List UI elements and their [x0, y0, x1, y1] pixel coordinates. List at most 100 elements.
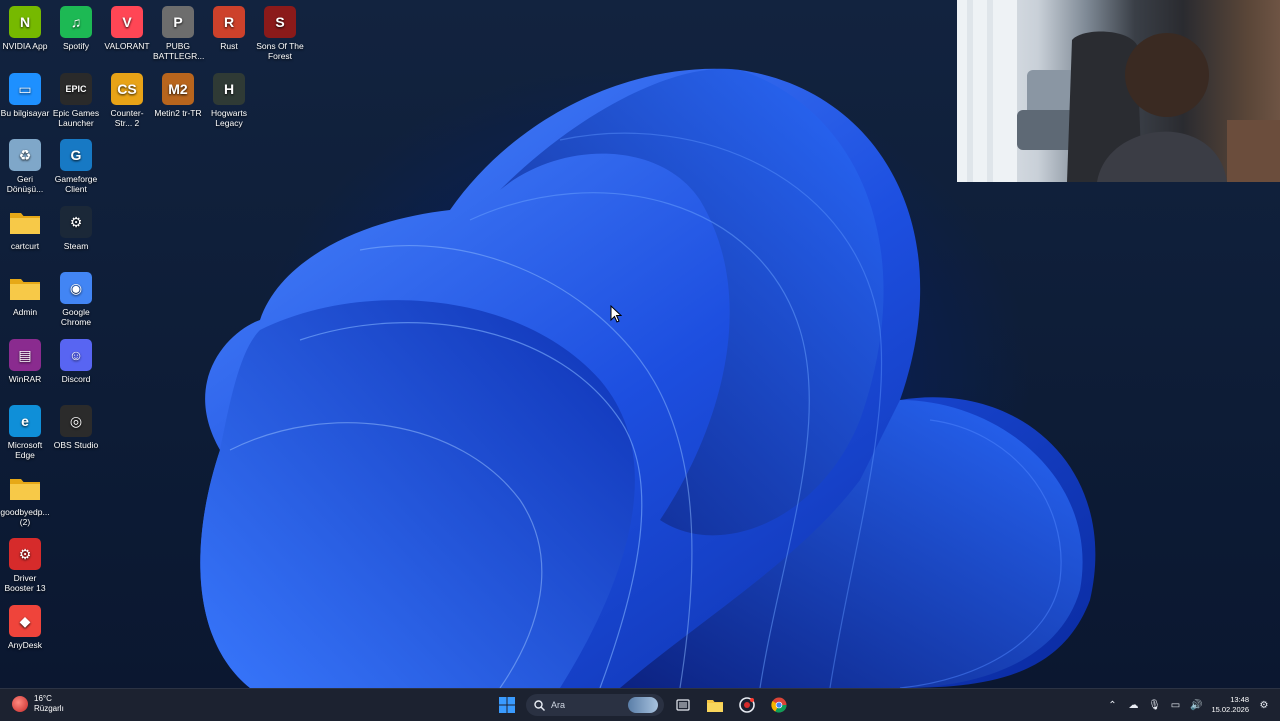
- desktop-icon-anydesk[interactable]: ◆ AnyDesk: [0, 599, 50, 650]
- valorant-icon: V: [111, 6, 143, 38]
- desktop-icon-recycle-bin[interactable]: ♻ Geri Dönüşü...: [0, 133, 50, 194]
- desktop-icon-valorant[interactable]: V VALORANT: [102, 0, 152, 51]
- desktop-icon-label: Steam: [63, 240, 89, 251]
- cloud-sync-icon[interactable]: ☁: [1127, 699, 1139, 711]
- nvidia-app-icon: N: [9, 6, 41, 38]
- desktop-icon-edge[interactable]: e Microsoft Edge: [0, 399, 50, 460]
- icon-glyph: ♻: [18, 147, 32, 163]
- desktop-icon-epic-games[interactable]: EPIC Epic Games Launcher: [51, 67, 101, 128]
- epic-games-icon: EPIC: [60, 72, 92, 105]
- weather-widget[interactable]: 16°C Rüzgarlı: [12, 694, 64, 714]
- start-button[interactable]: [494, 692, 520, 718]
- desktop-icon-label: Google Chrome: [60, 307, 92, 327]
- icon-glyph: CS: [117, 80, 137, 97]
- desktop-icon-nvidia-app[interactable]: N NVIDIA App: [0, 0, 50, 51]
- desktop-icon-label: Epic Games Launcher: [52, 107, 100, 128]
- anydesk-icon: ◆: [9, 604, 41, 637]
- desktop-icon-gameforge[interactable]: G Gameforge Client: [51, 133, 101, 194]
- folder-icon: [9, 272, 41, 304]
- pubg-icon: P: [162, 6, 194, 38]
- search-placeholder: Ara: [551, 700, 566, 710]
- desktop-icon-label: Geri Dönüşü...: [6, 174, 44, 194]
- icon-glyph: ♫: [70, 14, 82, 30]
- desktop-icon-sons-of-the-forest[interactable]: S Sons Of The Forest: [255, 0, 305, 61]
- desktop-icon-obs-studio[interactable]: ◎ OBS Studio: [51, 399, 101, 450]
- desktop-icon-label: VALORANT: [104, 41, 150, 51]
- obs-studio-icon: ◎: [60, 405, 92, 437]
- desktop-icon-folder[interactable]: Admin: [0, 266, 50, 317]
- desktop-icon-label: Sons Of The Forest: [256, 41, 304, 61]
- desktop-icon-metin2[interactable]: M2 Metin2 tr-TR: [153, 67, 203, 118]
- desktop-icon-driver-booster[interactable]: ⚙ Driver Booster 13: [0, 532, 50, 593]
- desktop-icon-label: WinRAR: [8, 373, 42, 384]
- icon-glyph: R: [223, 14, 235, 30]
- spotify-icon: ♫: [60, 6, 92, 38]
- driver-booster-icon: [739, 697, 755, 713]
- taskbar-search[interactable]: Ara: [526, 694, 664, 716]
- edge-icon: e: [9, 405, 41, 437]
- counter-strike-icon: CS: [111, 72, 143, 105]
- desktop-icon-label: Metin2 tr-TR: [154, 107, 202, 118]
- icon-glyph: EPIC: [65, 83, 87, 94]
- weather-description: Rüzgarlı: [34, 704, 64, 713]
- icon-glyph: V: [122, 14, 132, 30]
- microphone-icon[interactable]: 🎙: [1148, 699, 1161, 711]
- taskbar-center: Ara: [494, 692, 792, 718]
- metin2-icon: M2: [162, 72, 194, 105]
- desktop-icon-spotify[interactable]: ♫ Spotify: [51, 0, 101, 51]
- winrar-icon: ▤: [9, 338, 41, 371]
- desktop-icon-label: Spotify: [63, 41, 89, 51]
- driver-booster-taskbar-button[interactable]: [734, 692, 760, 718]
- icon-glyph: ◉: [69, 280, 83, 296]
- icon-glyph: P: [173, 14, 183, 30]
- taskbar: 16°C Rüzgarlı Ara ⌃ ☁ 🎙 ▭ 🔊 13:48 15.02.…: [0, 688, 1280, 721]
- desktop-icon-label: Discord: [61, 373, 91, 384]
- folder-icon: [9, 206, 41, 238]
- task-view-icon: [676, 699, 690, 711]
- icon-glyph: G: [70, 147, 82, 163]
- search-highlight-icon: [628, 697, 658, 713]
- desktop-icon-label: AnyDesk: [7, 639, 42, 650]
- volume-icon[interactable]: 🔊: [1190, 699, 1202, 711]
- desktop-icon-pubg[interactable]: P PUBG BATTLEGR...: [153, 0, 205, 61]
- icon-glyph: e: [21, 413, 29, 429]
- desktop-icon-label: Driver Booster 13: [4, 573, 46, 593]
- icon-glyph: N: [19, 14, 31, 30]
- desktop-icon-label: goodbyedp... (2): [0, 506, 50, 527]
- clock-date: 15.02.2026: [1211, 705, 1249, 714]
- desktop-icon-folder[interactable]: goodbyedp... (2): [0, 466, 50, 527]
- desktop-icon-folder[interactable]: cartcurt: [0, 200, 50, 251]
- desktop-icon-steam[interactable]: ⚙ Steam: [51, 200, 101, 251]
- sons-of-the-forest-icon: S: [264, 6, 296, 38]
- desktop-icon-label: Gameforge Client: [54, 174, 98, 194]
- icon-glyph: S: [275, 14, 285, 30]
- desktop-icon-discord[interactable]: ☺ Discord: [51, 333, 101, 384]
- desktop-icon-label: Admin: [12, 307, 38, 317]
- desktop-icon-label: PUBG BATTLEGR...: [153, 41, 205, 61]
- rust-icon: R: [213, 6, 245, 38]
- desktop-icon-counter-strike[interactable]: CS Counter-Str... 2: [102, 67, 152, 128]
- chrome-taskbar-button[interactable]: [766, 692, 792, 718]
- desktop-icon-hogwarts-legacy[interactable]: H Hogwarts Legacy: [204, 67, 254, 128]
- desktop-icon-label: Microsoft Edge: [7, 440, 43, 460]
- network-icon[interactable]: ▭: [1169, 699, 1181, 711]
- icon-glyph: H: [223, 80, 235, 97]
- desktop-icon-rust[interactable]: R Rust: [204, 0, 254, 51]
- icon-glyph: ☺: [68, 346, 84, 363]
- hogwarts-legacy-icon: H: [213, 72, 245, 105]
- desktop-icon-chrome[interactable]: ◉ Google Chrome: [51, 266, 101, 327]
- file-explorer-button[interactable]: [702, 692, 728, 718]
- show-hidden-icons-chevron-icon[interactable]: ⌃: [1106, 699, 1118, 711]
- steam-icon: ⚙: [60, 205, 92, 238]
- taskbar-clock[interactable]: 13:48 15.02.2026: [1211, 695, 1249, 715]
- task-view-button[interactable]: [670, 692, 696, 718]
- search-icon: [534, 699, 545, 711]
- desktop-icon-this-pc[interactable]: ▭ Bu bilgisayar: [0, 67, 50, 118]
- mouse-cursor: [610, 304, 623, 328]
- desktop-icon-winrar[interactable]: ▤ WinRAR: [0, 333, 50, 384]
- icon-glyph: ◆: [19, 612, 31, 629]
- desktop-icon-label: cartcurt: [10, 240, 40, 251]
- notification-icon[interactable]: ⚙: [1258, 699, 1270, 711]
- icon-glyph: ◎: [69, 413, 83, 429]
- desktop-icon-label: NVIDIA App: [2, 41, 48, 51]
